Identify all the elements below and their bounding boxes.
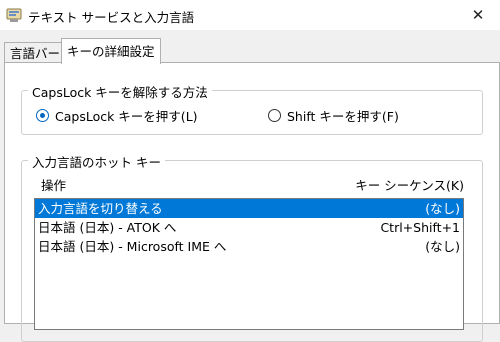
hotkey-list[interactable]: 入力言語を切り替える (なし) 日本語 (日本) - ATOK へ Ctrl+S… <box>34 198 464 330</box>
key-sequence-column-header[interactable]: キー シーケンス(K) <box>355 175 464 194</box>
hotkey-sequence: (なし) <box>425 239 460 254</box>
hotkey-sequence: (なし) <box>425 201 460 216</box>
radio-selected-icon <box>36 109 49 122</box>
capslock-key-label: CapsLock キーを押す(L) <box>55 109 198 124</box>
close-icon: ✕ <box>471 6 485 24</box>
list-item[interactable]: 入力言語を切り替える (なし) <box>35 199 463 218</box>
hotkey-group-label: 入力言語のホット キー <box>28 152 165 171</box>
capslock-group: CapsLock キーを解除する方法 CapsLock キーを押す(L) Shi… <box>21 82 483 135</box>
action-column-header: 操作 <box>41 178 67 193</box>
hotkey-action: 入力言語を切り替える <box>38 201 163 216</box>
text-services-icon <box>6 8 22 22</box>
radio-unselected-icon <box>268 109 281 122</box>
tab-advanced-key-settings[interactable]: キーの詳細設定 <box>61 38 161 64</box>
list-item[interactable]: 日本語 (日本) - ATOK へ Ctrl+Shift+1 <box>35 218 463 237</box>
hotkey-sequence: Ctrl+Shift+1 <box>380 220 460 235</box>
list-item[interactable]: 日本語 (日本) - Microsoft IME へ (なし) <box>35 237 463 256</box>
shift-key-radio[interactable]: Shift キーを押す(F) <box>268 106 399 125</box>
close-button[interactable]: ✕ <box>456 0 500 30</box>
capslock-group-label: CapsLock キーを解除する方法 <box>28 82 212 101</box>
window-title: テキスト サービスと入力言語 <box>28 10 195 25</box>
shift-key-label: Shift キーを押す(F) <box>287 109 399 124</box>
tab-language-bar[interactable]: 言語バー <box>4 42 67 64</box>
capslock-key-radio[interactable]: CapsLock キーを押す(L) <box>36 106 198 125</box>
hotkey-action: 日本語 (日本) - ATOK へ <box>38 220 177 235</box>
hotkey-action: 日本語 (日本) - Microsoft IME へ <box>38 239 227 254</box>
title-bar: テキスト サービスと入力言語 ✕ <box>0 0 500 30</box>
